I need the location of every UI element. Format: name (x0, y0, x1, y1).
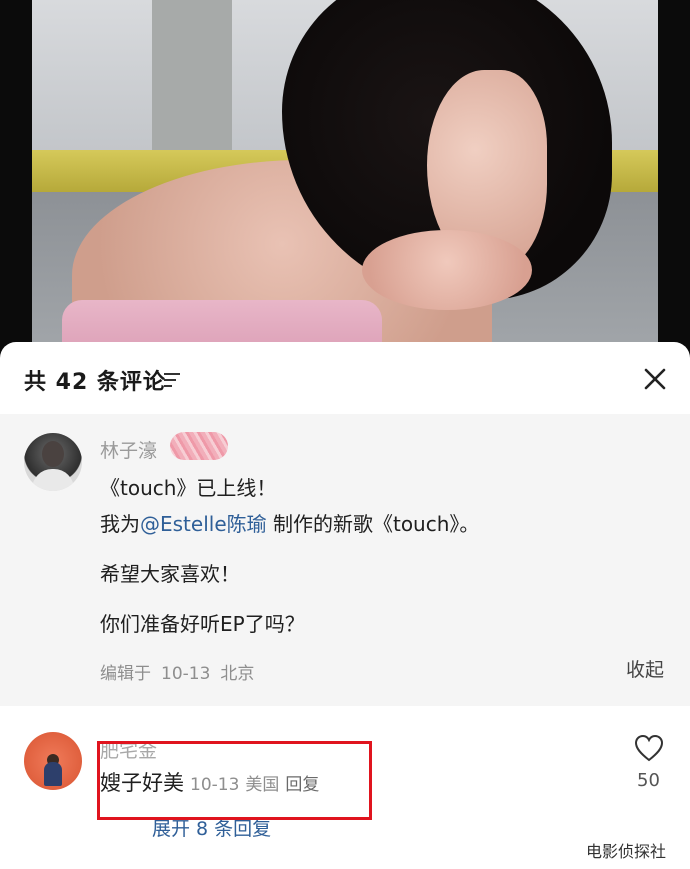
redaction-mark (170, 432, 228, 460)
edited-label: 编辑于 (100, 664, 151, 684)
collapse-button[interactable]: 收起 (626, 655, 664, 682)
comment-author[interactable]: 林子濠 (100, 436, 157, 463)
highlight-box (97, 741, 372, 820)
video-player[interactable] (0, 0, 690, 360)
comment-location: 北京 (220, 664, 255, 684)
avatar-head (42, 441, 64, 467)
comment-meta: 编辑于 10-13 北京 (100, 659, 264, 684)
comment-sheet-header: 共 42 条评论 (0, 342, 690, 414)
comment-text: 制作的新歌《touch》。 (266, 512, 480, 536)
close-icon[interactable] (642, 366, 668, 392)
avatar-figure (44, 762, 62, 786)
sort-icon[interactable] (164, 372, 182, 388)
comment-date: 10-13 (161, 664, 211, 684)
watermark: 电影侦探社 (586, 842, 667, 861)
comment-sheet: 共 42 条评论 林子濠 《touch》已上线！ 我为@Estelle陈瑜 制作… (0, 342, 690, 869)
avatar[interactable] (24, 433, 82, 491)
scene-hand (362, 230, 532, 310)
heart-icon[interactable] (634, 734, 664, 762)
scene-pillar (152, 0, 232, 160)
comment-line: 你们准备好听EP了吗？ (100, 612, 305, 636)
comment-count-title: 共 42 条评论 (24, 370, 166, 395)
pinned-comment: 林子濠 《touch》已上线！ 我为@Estelle陈瑜 制作的新歌《touch… (0, 414, 690, 706)
avatar-shirt (32, 469, 74, 491)
comment-line: 我为@Estelle陈瑜 制作的新歌《touch》。 (100, 508, 479, 537)
like-count: 50 (637, 770, 660, 791)
avatar[interactable] (24, 732, 82, 790)
comment-text: 我为 (100, 512, 140, 536)
comment-line: 希望大家喜欢！ (100, 562, 240, 586)
mention-link[interactable]: @Estelle陈瑜 (140, 512, 267, 536)
video-frame (32, 0, 658, 360)
comment-line: 《touch》已上线！ (100, 476, 277, 500)
